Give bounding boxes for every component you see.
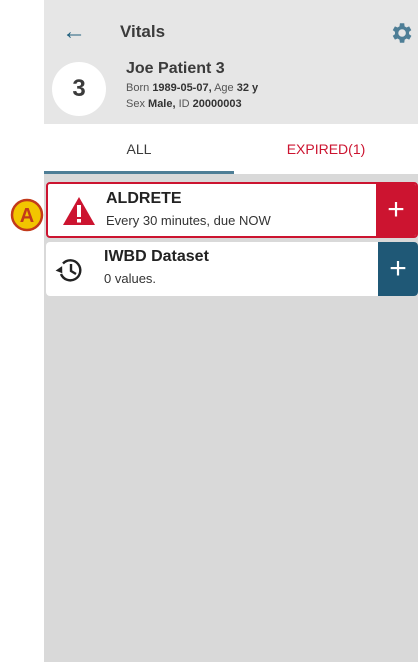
tab-all[interactable]: ALL [44, 124, 234, 174]
card-title: ALDRETE [106, 190, 182, 207]
vital-card-aldrete[interactable]: ALDRETE Every 30 minutes, due NOW + [46, 182, 418, 238]
callout-label: A [20, 205, 34, 227]
callout-a-icon: A [10, 198, 44, 232]
add-value-button[interactable]: + [378, 242, 418, 296]
active-tab-indicator [44, 171, 234, 174]
age-value: 32 y [236, 82, 259, 94]
tab-bar: ALL EXPIRED(1) [44, 124, 418, 174]
gear-icon[interactable] [388, 20, 414, 46]
id-value: 20000003 [192, 98, 242, 110]
age-label: Age [214, 82, 234, 94]
patient-name: Joe Patient 3 [126, 60, 225, 77]
vital-card-iwbd-dataset[interactable]: IWBD Dataset 0 values. + [46, 242, 418, 296]
patient-number-avatar: 3 [52, 62, 106, 116]
warning-icon [63, 197, 95, 225]
sex-value: Male, [148, 98, 176, 110]
add-value-button[interactable]: + [376, 184, 416, 236]
card-subtitle: 0 values. [104, 271, 157, 286]
sex-label: Sex [126, 98, 145, 110]
page-title: Vitals [120, 22, 166, 41]
history-icon [55, 259, 82, 282]
card-title: IWBD Dataset [104, 248, 209, 265]
born-value: 1989-05-07, [152, 82, 212, 94]
patient-header[interactable]: 3 Joe Patient 3 Born 1989-05-07, Age 32 … [44, 48, 418, 124]
tab-expired[interactable]: EXPIRED(1) [234, 124, 418, 174]
card-subtitle: Every 30 minutes, due NOW [106, 213, 271, 228]
patient-birth-line: Born 1989-05-07, Age 32 y [126, 82, 258, 94]
back-arrow-icon[interactable]: ← [62, 18, 86, 46]
vitals-screen: ← Vitals 3 Joe Patient 3 Born 1989-05-07… [44, 0, 418, 662]
patient-id-line: Sex Male, ID 20000003 [126, 98, 242, 110]
born-label: Born [126, 82, 150, 94]
id-label: ID [178, 98, 190, 110]
